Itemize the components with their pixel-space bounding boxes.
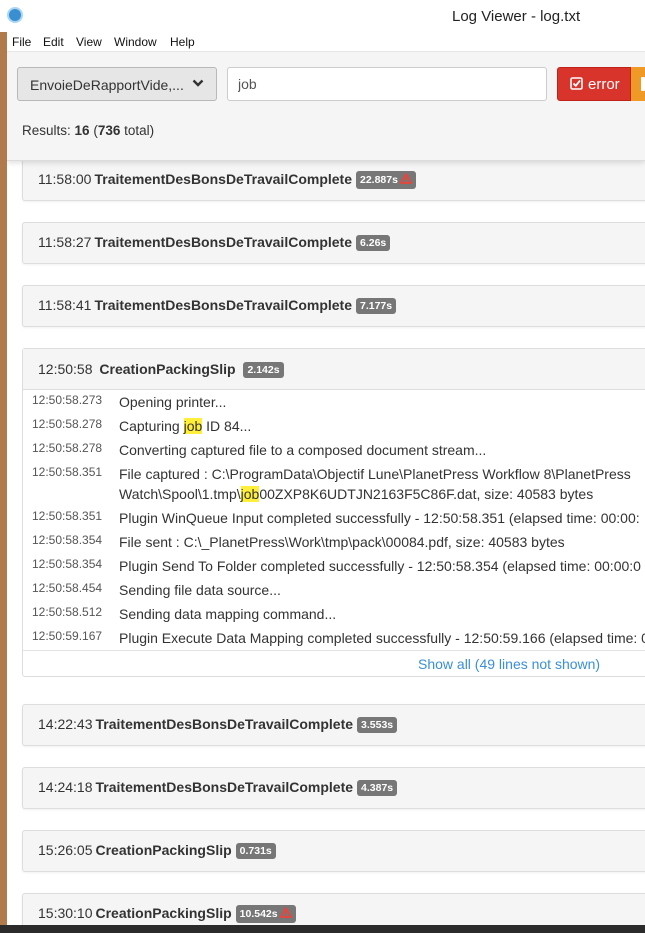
- log-line-message: Sending file data source...: [119, 582, 281, 598]
- log-entry[interactable]: 15:30:10 CreationPackingSlip 10.542s: [22, 893, 645, 925]
- log-line-message: Capturing job ID 84...: [119, 418, 252, 434]
- duration-badge: 6.26s: [356, 235, 391, 251]
- log-entry-time: 12:50:58: [38, 361, 93, 377]
- duration-badge: 7.177s: [356, 298, 397, 314]
- chevron-down-icon: [192, 77, 204, 92]
- log-entry[interactable]: 15:26:05 CreationPackingSlip 0.731s: [22, 830, 645, 872]
- duration-badge: 0.731s: [235, 843, 276, 859]
- menu-edit[interactable]: Edit: [43, 35, 64, 49]
- duration-badge: 3.553s: [357, 717, 398, 733]
- duration-badge: 22.887s: [356, 171, 416, 189]
- warning-filter-button[interactable]: [631, 67, 645, 101]
- log-entry-time: 14:22:43: [38, 716, 93, 732]
- log-line-timestamp: 12:50:58.278: [32, 417, 103, 431]
- search-highlight: job: [183, 418, 203, 434]
- log-line-timestamp: 12:50:59.167: [32, 629, 103, 643]
- error-filter-label: error: [588, 76, 620, 93]
- log-entry-name: TraitementDesBonsDeTravailComplete: [94, 171, 352, 187]
- log-line-message: File captured : C:\ProgramData\Objectif …: [119, 466, 631, 502]
- log-entry[interactable]: 11:58:27 TraitementDesBonsDeTravailComple…: [22, 222, 645, 264]
- main-content: EnvoieDeRapportVide,... error Results: 1…: [7, 52, 645, 925]
- results-total: 736: [97, 123, 121, 138]
- menu-view[interactable]: View: [76, 35, 102, 49]
- log-line-timestamp: 12:50:58.278: [32, 441, 103, 455]
- warning-icon: [400, 173, 412, 187]
- log-line-message: Plugin Send To Folder completed successf…: [119, 558, 641, 574]
- log-line-message: Converting captured file to a composed d…: [119, 442, 487, 458]
- app-window: Log Viewer - log.txt File Edit View Wind…: [0, 0, 645, 933]
- menu-help[interactable]: Help: [170, 35, 195, 49]
- log-line-timestamp: 12:50:58.354: [32, 533, 103, 547]
- log-line-timestamp: 12:50:58.512: [32, 605, 103, 619]
- log-entry-name: TraitementDesBonsDeTravailComplete: [95, 779, 354, 795]
- menu-bar: File Edit View Window Help: [7, 32, 645, 52]
- warning-filter-label-cut: [641, 77, 645, 91]
- duration-badge: 4.387s: [357, 780, 398, 796]
- search-input[interactable]: [227, 67, 547, 101]
- log-entry-name: CreationPackingSlip: [99, 361, 236, 377]
- show-all-row: Show all (49 lines not shown): [23, 650, 645, 677]
- log-line-message: Opening printer...: [119, 394, 227, 410]
- duration-badge: 10.542s: [235, 905, 296, 923]
- window-title: Log Viewer - log.txt: [452, 8, 581, 25]
- log-line-timestamp: 12:50:58.354: [32, 557, 103, 571]
- log-line-message: Plugin WinQueue Input completed successf…: [119, 510, 640, 526]
- log-entry-name: TraitementDesBonsDeTravailComplete: [94, 234, 352, 250]
- log-entry-time: 14:24:18: [38, 779, 93, 795]
- menu-window[interactable]: Window: [114, 35, 157, 49]
- duration-badge: 2.142s: [243, 362, 284, 378]
- log-entry-expanded: 12:50:58 CreationPackingSlip 2.142s 12:5…: [22, 348, 645, 677]
- title-bar[interactable]: Log Viewer - log.txt: [0, 0, 645, 32]
- log-line-message: File sent : C:\_PlanetPress\Work\tmp\pac…: [119, 534, 565, 550]
- log-entry-header[interactable]: 12:50:58 CreationPackingSlip 2.142s: [23, 349, 645, 390]
- log-entry-time: 15:26:05: [38, 842, 93, 858]
- error-filter-button[interactable]: error: [557, 67, 631, 101]
- log-entry-name: TraitementDesBonsDeTravailComplete: [95, 716, 354, 732]
- filter-toolbar: EnvoieDeRapportVide,... error Results: 1…: [7, 52, 645, 161]
- log-entry-name: CreationPackingSlip: [95, 905, 232, 921]
- log-entry-time: 11:58:27: [38, 234, 92, 250]
- log-entry-time: 11:58:41: [38, 297, 92, 313]
- log-line-message: Sending data mapping command...: [119, 606, 337, 622]
- log-entry-name: TraitementDesBonsDeTravailComplete: [94, 297, 352, 313]
- log-entry[interactable]: 14:22:43 TraitementDesBonsDeTravailComple…: [22, 704, 645, 746]
- process-filter-dropdown[interactable]: EnvoieDeRapportVide,...: [17, 67, 217, 101]
- log-entry-name: CreationPackingSlip: [95, 842, 232, 858]
- checkbox-checked-icon: [570, 77, 583, 94]
- log-line-timestamp: 12:50:58.454: [32, 581, 103, 595]
- log-line-timestamp: 12:50:58.351: [32, 509, 103, 523]
- app-icon: [7, 7, 23, 23]
- search-highlight: job: [240, 486, 260, 502]
- results-count: 16: [74, 123, 90, 138]
- log-line-timestamp: 12:50:58.273: [32, 393, 103, 407]
- log-entry-time: 15:30:10: [38, 905, 93, 921]
- log-entry[interactable]: 14:24:18 TraitementDesBonsDeTravailComple…: [22, 767, 645, 809]
- results-summary: Results: 16 (736 total): [22, 123, 155, 138]
- log-entry-time: 11:58:00: [38, 171, 92, 187]
- window-bottom-border: [0, 925, 645, 933]
- log-entry[interactable]: 11:58:00 TraitementDesBonsDeTravailComple…: [22, 159, 645, 201]
- process-filter-value: EnvoieDeRapportVide,...: [30, 77, 184, 93]
- show-all-link[interactable]: Show all (49 lines not shown): [418, 656, 600, 672]
- warning-icon: [279, 907, 292, 921]
- log-entry[interactable]: 11:58:41 TraitementDesBonsDeTravailComple…: [22, 285, 645, 327]
- log-line-message: Plugin Execute Data Mapping completed su…: [119, 630, 645, 646]
- log-line-timestamp: 12:50:58.351: [32, 465, 103, 479]
- menu-file[interactable]: File: [12, 35, 31, 49]
